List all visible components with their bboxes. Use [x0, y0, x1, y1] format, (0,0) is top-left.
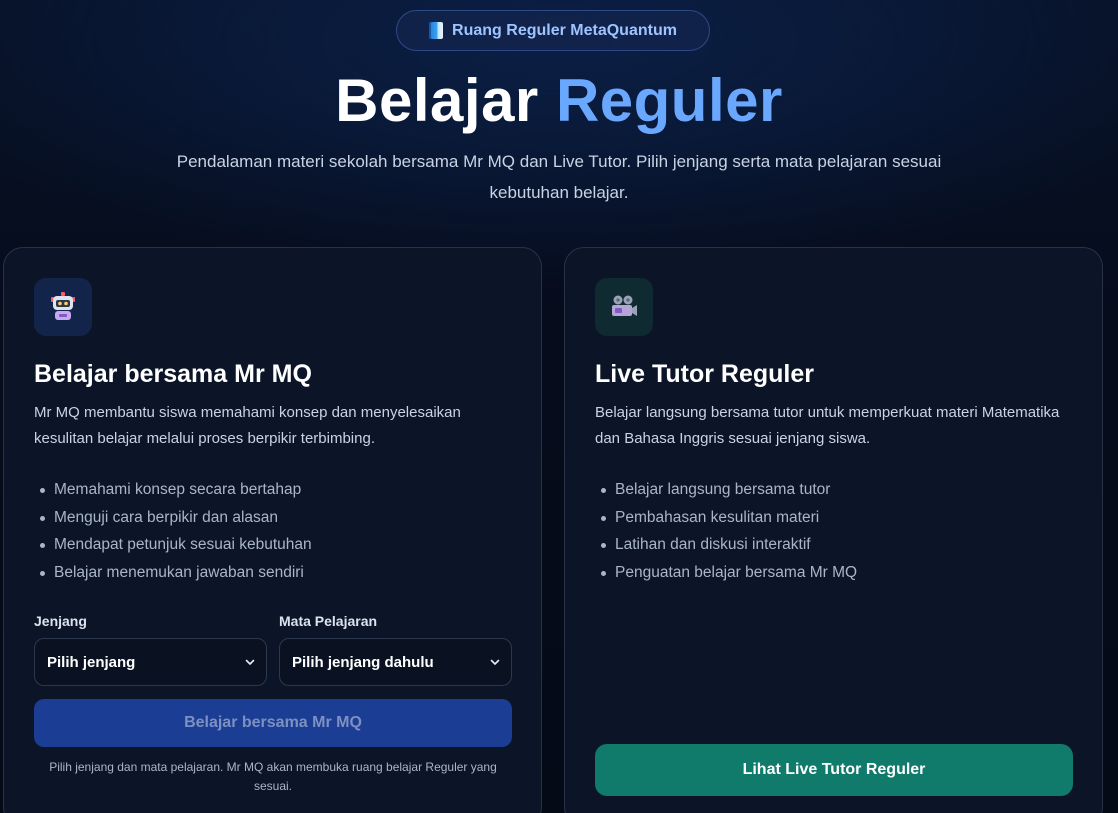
mrmq-helper-text: Pilih jenjang dan mata pelajaran. Mr MQ …	[49, 760, 497, 793]
jenjang-select[interactable]: Pilih jenjang	[34, 638, 267, 686]
list-item: Belajar menemukan jawaban sendiri	[40, 559, 312, 587]
jenjang-label: Jenjang	[34, 613, 87, 629]
list-item: Mendapat petunjuk sesuai kebutuhan	[40, 531, 312, 559]
robot-icon	[34, 278, 92, 336]
list-item: Menguji cara berpikir dan alasan	[40, 504, 312, 532]
list-item: Latihan dan diskusi interaktif	[601, 531, 857, 559]
title-accent: Reguler	[555, 67, 783, 134]
chevron-down-icon	[490, 659, 500, 665]
list-item: Penguatan belajar bersama Mr MQ	[601, 559, 857, 587]
live-tutor-card-title: Live Tutor Reguler	[595, 360, 815, 388]
mrmq-card-title: Belajar bersama Mr MQ	[34, 360, 312, 388]
mrmq-card: Belajar bersama Mr MQ Mr MQ membantu sis…	[3, 247, 542, 813]
page-subtitle: Pendalaman materi sekolah bersama Mr MQ …	[176, 152, 942, 202]
chevron-down-icon	[245, 659, 255, 665]
badge-label: Ruang Reguler MetaQuantum	[452, 21, 677, 39]
live-tutor-feature-list: Belajar langsung bersama tutor Pembahasa…	[601, 476, 857, 587]
mrmq-feature-list: Memahami konsep secara bertahap Menguji …	[40, 476, 312, 587]
start-mrmq-button[interactable]: Belajar bersama Mr MQ	[34, 699, 512, 747]
mapel-select[interactable]: Pilih jenjang dahulu	[279, 638, 512, 686]
view-live-tutor-button[interactable]: Lihat Live Tutor Reguler	[595, 744, 1073, 796]
list-item: Pembahasan kesulitan materi	[601, 504, 857, 532]
movie-camera-icon	[595, 278, 653, 336]
jenjang-select-value: Pilih jenjang	[47, 653, 136, 671]
live-tutor-card-description: Belajar langsung bersama tutor untuk mem…	[595, 404, 1060, 447]
mapel-select-value: Pilih jenjang dahulu	[292, 653, 434, 671]
title-plain: Belajar	[335, 67, 556, 134]
mrmq-card-description: Mr MQ membantu siswa memahami konsep dan…	[34, 404, 461, 447]
list-item: Memahami konsep secara bertahap	[40, 476, 312, 504]
mapel-label: Mata Pelajaran	[279, 613, 378, 629]
page-title: Belajar Reguler	[0, 66, 1118, 135]
list-item: Belajar langsung bersama tutor	[601, 476, 857, 504]
live-tutor-card: Live Tutor Reguler Belajar langsung bers…	[564, 247, 1103, 813]
book-icon	[429, 22, 444, 39]
page-badge: Ruang Reguler MetaQuantum	[396, 10, 710, 51]
